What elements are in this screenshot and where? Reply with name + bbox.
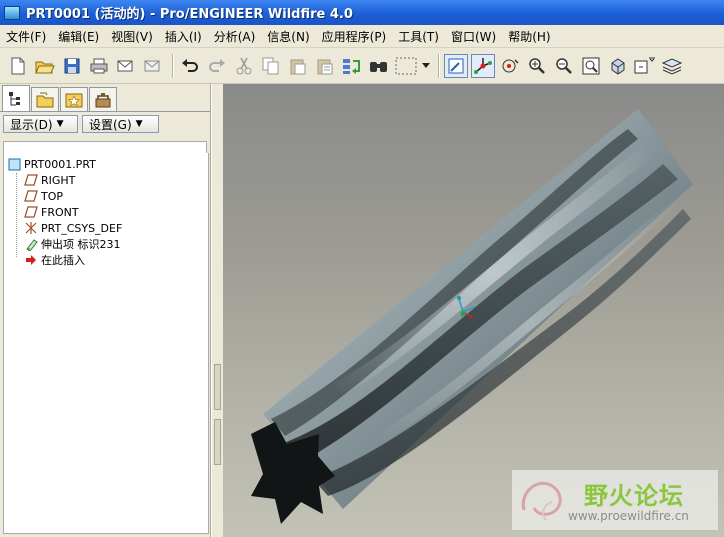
- refit-icon[interactable]: [579, 54, 603, 78]
- chevron-down-icon: ▼: [135, 119, 143, 129]
- protrusion-icon: [24, 237, 38, 251]
- tree-item-label: PRT_CSYS_DEF: [41, 221, 123, 235]
- title-bar: PRT0001 (活动的) - Pro/ENGINEER Wildfire 4.…: [0, 0, 724, 25]
- part-icon: [7, 157, 21, 171]
- saved-views-icon[interactable]: [633, 54, 657, 78]
- reorient-icon[interactable]: [606, 54, 630, 78]
- chevron-down-icon: ▼: [56, 119, 64, 129]
- print-icon[interactable]: [87, 54, 111, 78]
- selection-dropdown-caret[interactable]: [421, 54, 431, 78]
- toolbar-separator: [438, 53, 440, 78]
- menu-help[interactable]: 帮助(H): [502, 28, 556, 45]
- forum-logo-icon: [521, 481, 562, 521]
- datum-plane-icon: [24, 173, 38, 187]
- tree-item-label: 伸出项 标识231: [41, 238, 121, 251]
- tree-item-top[interactable]: TOP: [24, 188, 63, 204]
- menu-view[interactable]: 视图(V): [105, 28, 159, 45]
- orient-mode-icon[interactable]: [498, 54, 522, 78]
- zoom-in-icon[interactable]: [525, 54, 549, 78]
- save-icon[interactable]: [60, 54, 84, 78]
- tab-model-tree[interactable]: [2, 85, 30, 111]
- menu-file[interactable]: 文件(F): [0, 28, 52, 45]
- find-icon[interactable]: [367, 54, 391, 78]
- new-icon[interactable]: [6, 54, 30, 78]
- menu-info[interactable]: 信息(N): [261, 28, 315, 45]
- splitter-grip[interactable]: [214, 364, 221, 410]
- model-tree: PRT0001.PRT RIGHT TOP FRONT PRT_CSYS_DEF…: [3, 153, 209, 534]
- repaint-icon[interactable]: [444, 53, 468, 78]
- layers-icon[interactable]: [660, 54, 684, 78]
- window-title: PRT0001 (活动的) - Pro/ENGINEER Wildfire 4.…: [26, 7, 353, 22]
- tree-item-label: RIGHT: [41, 173, 76, 187]
- navigator-panel: 显示(D) ▼ 设置(G) ▼ PRT0001.PRT RIGHT TOP FRON…: [0, 84, 211, 537]
- tree-item-protrusion[interactable]: 伸出项 标识231: [24, 236, 121, 252]
- settings-dropdown-label: 设置(G): [89, 117, 132, 132]
- send-email-icon[interactable]: [114, 54, 138, 78]
- tree-item-label: TOP: [41, 189, 64, 203]
- splitter-grip[interactable]: [214, 419, 221, 465]
- tree-item-label: FRONT: [41, 205, 79, 219]
- zoom-out-icon[interactable]: [552, 54, 576, 78]
- tree-item-label: PRT0001.PRT: [24, 157, 96, 171]
- menu-analysis[interactable]: 分析(A): [208, 28, 262, 45]
- watermark-url: www.proewildfire.cn: [568, 509, 689, 523]
- redo-icon[interactable]: [205, 54, 229, 78]
- tab-folder-browser[interactable]: [31, 87, 59, 111]
- app-icon: [4, 5, 20, 20]
- toolbar-separator: [172, 53, 174, 78]
- tree-item-insert-here[interactable]: 在此插入: [24, 252, 85, 268]
- tree-connector-line: [16, 173, 17, 257]
- datum-plane-icon: [24, 189, 38, 203]
- menu-window[interactable]: 窗口(W): [445, 28, 502, 45]
- selection-box-icon[interactable]: [394, 54, 418, 78]
- tree-item-front[interactable]: FRONT: [24, 204, 79, 220]
- undo-icon[interactable]: [178, 54, 202, 78]
- send-link-icon[interactable]: [141, 54, 165, 78]
- cut-icon[interactable]: [232, 54, 256, 78]
- menu-applications[interactable]: 应用程序(P): [316, 28, 393, 45]
- paste-special-icon[interactable]: [313, 54, 337, 78]
- coordinate-system-icon: [24, 221, 38, 235]
- panel-splitter[interactable]: [211, 84, 223, 537]
- datum-plane-icon: [24, 205, 38, 219]
- model-tree-icon: [9, 91, 20, 105]
- open-icon[interactable]: [33, 54, 57, 78]
- tree-item-right[interactable]: RIGHT: [24, 172, 75, 188]
- settings-dropdown-button[interactable]: 设置(G) ▼: [82, 115, 159, 133]
- tree-item-part[interactable]: PRT0001.PRT: [7, 156, 96, 172]
- show-dropdown-button[interactable]: 显示(D) ▼: [3, 115, 78, 133]
- show-dropdown-label: 显示(D): [10, 117, 53, 132]
- regenerate-icon[interactable]: [340, 54, 364, 78]
- menu-insert[interactable]: 插入(I): [159, 28, 208, 45]
- connections-icon: [95, 92, 111, 107]
- forum-watermark: 野火论坛 www.proewildfire.cn: [512, 470, 718, 530]
- tab-connections[interactable]: [89, 87, 117, 111]
- spin-center-icon[interactable]: [471, 53, 495, 78]
- insert-here-arrow-icon: [24, 253, 38, 267]
- watermark-title: 野火论坛: [584, 482, 684, 510]
- copy-icon[interactable]: [259, 54, 283, 78]
- main-toolbar: [0, 48, 724, 84]
- menu-edit[interactable]: 编辑(E): [52, 28, 105, 45]
- menu-tools[interactable]: 工具(T): [392, 28, 445, 45]
- favorites-icon: [65, 93, 83, 107]
- folder-browser-icon: [36, 92, 54, 107]
- navigator-tabs: [0, 84, 210, 112]
- tree-toolbar: 显示(D) ▼ 设置(G) ▼: [0, 112, 210, 140]
- tree-item-csys[interactable]: PRT_CSYS_DEF: [24, 220, 122, 236]
- paste-icon[interactable]: [286, 54, 310, 78]
- menu-bar: 文件(F) 编辑(E) 视图(V) 插入(I) 分析(A) 信息(N) 应用程序…: [0, 25, 724, 48]
- tree-item-label: 在此插入: [41, 254, 85, 267]
- tab-favorites[interactable]: [60, 87, 88, 111]
